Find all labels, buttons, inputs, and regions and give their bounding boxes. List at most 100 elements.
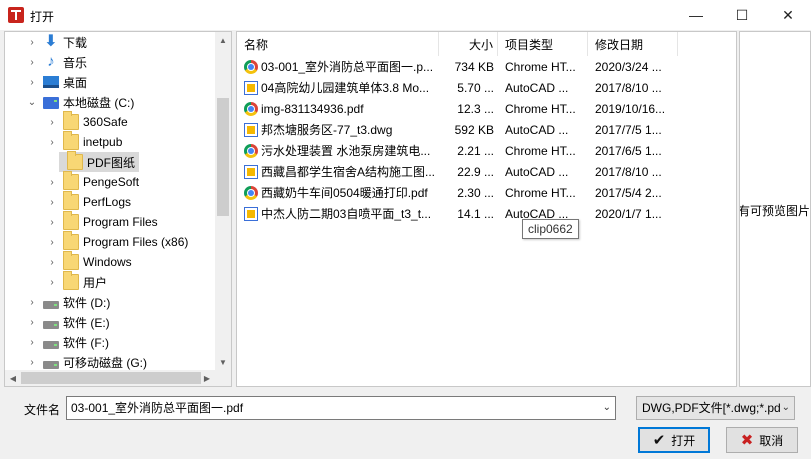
filename-value: 03-001_室外消防总平面图一.pdf: [71, 401, 244, 415]
cancel-button-label: 取消: [759, 433, 784, 448]
chevron-down-icon[interactable]: ⌄: [25, 97, 39, 108]
chevron-right-icon[interactable]: ›: [25, 357, 39, 368]
tree-item-label: PDF图纸: [87, 155, 136, 170]
tree-item[interactable]: › 软件 (F:): [5, 332, 217, 352]
scroll-up-icon[interactable]: ▲: [215, 32, 231, 48]
drive-icon: [43, 341, 59, 349]
tree-item[interactable]: › Program Files: [5, 211, 217, 232]
file-name: 中杰人防二期03自喷平面_t3_t...: [261, 207, 432, 221]
file-date: 2017/5/4 2...: [595, 186, 662, 200]
tree-item[interactable]: › 可移动磁盘 (G:): [5, 352, 217, 372]
tree-item[interactable]: › inetpub: [5, 131, 217, 152]
tree-item[interactable]: › 用户: [5, 271, 217, 292]
file-row[interactable]: 中杰人防二期03自喷平面_t3_t... 14.1 ... AutoCAD ... 2…: [237, 204, 736, 225]
file-row[interactable]: 邦杰塘服务区-77_t3.dwg 592 KB AutoCAD ... 2017/7/…: [237, 120, 736, 141]
tree-item[interactable]: › ♪ 音乐: [5, 52, 217, 72]
tree-item[interactable]: › ⬇ 下载: [5, 32, 217, 52]
scroll-thumb-horizontal[interactable]: [21, 372, 201, 384]
file-row[interactable]: 西藏奶牛车间0504暖通打印.pdf 2.30 ... Chrome HT... 20…: [237, 183, 736, 204]
tree-item[interactable]: › 桌面: [5, 72, 217, 92]
column-header-type[interactable]: 项目类型: [498, 32, 588, 56]
file-date: 2017/8/10 ...: [595, 81, 662, 95]
folder-tree: › ⬇ 下载 › ♪ 音乐 › 桌面 ⌄ 本地磁盘 (C:) › 360Safe › inetpub PDF…: [4, 31, 232, 387]
chevron-right-icon[interactable]: ›: [45, 237, 59, 248]
tree-item[interactable]: PDF图纸: [59, 151, 139, 172]
tooltip: clip0662: [522, 219, 579, 239]
chrome-icon: [244, 102, 258, 116]
file-name: 污水处理装置 水池泵房建筑电...: [261, 144, 431, 158]
scroll-thumb[interactable]: [217, 98, 229, 216]
file-type: Chrome HT...: [505, 186, 576, 200]
scroll-down-icon[interactable]: ▼: [215, 354, 231, 370]
dwg-icon: [244, 207, 258, 221]
tree-item[interactable]: › 360Safe: [5, 111, 217, 132]
minimize-button[interactable]: —: [673, 0, 719, 30]
cancel-icon: ✖: [740, 432, 754, 449]
close-button[interactable]: ✕: [765, 0, 811, 30]
filename-input[interactable]: 03-001_室外消防总平面图一.pdf ⌄: [66, 396, 616, 420]
column-header-date[interactable]: 修改日期: [588, 32, 678, 56]
chevron-down-icon[interactable]: ⌄: [779, 397, 790, 419]
scroll-left-icon[interactable]: ◀: [5, 370, 21, 386]
chevron-right-icon[interactable]: ›: [45, 217, 59, 228]
chevron-right-icon[interactable]: ›: [25, 77, 39, 88]
chevron-right-icon[interactable]: ›: [45, 177, 59, 188]
cancel-button[interactable]: ✖ 取消: [726, 427, 798, 453]
chevron-down-icon[interactable]: ⌄: [603, 397, 611, 419]
column-header-name[interactable]: 名称: [237, 32, 439, 56]
drive-icon: [43, 321, 59, 329]
tree-item-label: PengeSoft: [83, 175, 140, 189]
tree-horizontal-scrollbar[interactable]: ◀ ▶: [5, 370, 231, 386]
chevron-right-icon[interactable]: ›: [25, 317, 39, 328]
file-row[interactable]: 西藏昌都学生宿舍A结构施工图... 22.9 ... AutoCAD ... 2017…: [237, 162, 736, 183]
desktop-icon: [43, 76, 59, 88]
tree-item[interactable]: › 软件 (E:): [5, 312, 217, 332]
chevron-right-icon[interactable]: ›: [25, 57, 39, 68]
file-date: 2020/3/24 ...: [595, 60, 662, 74]
scroll-right-icon[interactable]: ▶: [199, 370, 215, 386]
tree-item-label: Program Files: [83, 215, 158, 229]
filetype-select[interactable]: DWG,PDF文件[*.dwg;*.pdf] ⌄: [636, 396, 795, 420]
tree-item-label: 可移动磁盘 (G:): [63, 355, 147, 370]
open-button[interactable]: ✔ 打开: [638, 427, 710, 453]
tree-item[interactable]: › PerfLogs: [5, 191, 217, 212]
chevron-right-icon[interactable]: ›: [45, 117, 59, 128]
column-header-size[interactable]: 大小: [439, 32, 498, 56]
folder-icon: [63, 251, 79, 270]
tree-item-label: 桌面: [63, 75, 88, 90]
chevron-right-icon[interactable]: ›: [45, 277, 59, 288]
tree-item[interactable]: › PengeSoft: [5, 171, 217, 192]
tree-item-label: Program Files (x86): [83, 235, 189, 249]
file-size: 12.3 ...: [457, 102, 494, 116]
chevron-right-icon[interactable]: ›: [45, 257, 59, 268]
file-name: 西藏奶牛车间0504暖通打印.pdf: [261, 186, 428, 200]
file-type: Chrome HT...: [505, 60, 576, 74]
chrome-icon: [244, 60, 258, 74]
file-date: 2019/10/16...: [595, 102, 666, 116]
file-size: 2.30 ...: [457, 186, 494, 200]
maximize-button[interactable]: ☐: [719, 0, 765, 30]
tree-vertical-scrollbar[interactable]: ▲ ▼: [215, 32, 231, 370]
chevron-right-icon[interactable]: ›: [45, 197, 59, 208]
file-row[interactable]: 污水处理装置 水池泵房建筑电... 2.21 ... Chrome HT... 201…: [237, 141, 736, 162]
file-row[interactable]: 04高院幼儿园建筑单体3.8 Mo... 5.70 ... AutoCAD ... 2…: [237, 78, 736, 99]
tree-item[interactable]: › Program Files (x86): [5, 231, 217, 252]
file-row[interactable]: img-831134936.pdf 12.3 ... Chrome HT... 201…: [237, 99, 736, 120]
chevron-right-icon[interactable]: ›: [25, 297, 39, 308]
dwg-icon: [244, 165, 258, 179]
file-list: 名称 大小 项目类型 修改日期 03-001_室外消防总平面图一.p... 734…: [236, 31, 737, 387]
chevron-right-icon[interactable]: ›: [25, 37, 39, 48]
tree-item[interactable]: › Windows: [5, 251, 217, 272]
file-date: 2020/1/7 1...: [595, 207, 662, 221]
tree-item-label: 软件 (E:): [63, 315, 110, 330]
chevron-right-icon[interactable]: ›: [25, 337, 39, 348]
tree-item[interactable]: › 软件 (D:): [5, 292, 217, 312]
file-type: AutoCAD ...: [505, 165, 569, 179]
folder-icon: [63, 171, 79, 190]
tree-item[interactable]: ⌄ 本地磁盘 (C:): [5, 92, 217, 112]
chevron-right-icon[interactable]: ›: [45, 137, 59, 148]
file-size: 734 KB: [454, 60, 494, 74]
file-row[interactable]: 03-001_室外消防总平面图一.p... 734 KB Chrome HT... 2…: [237, 57, 736, 78]
drive-icon: [43, 301, 59, 309]
music-icon: ♪: [47, 53, 55, 70]
